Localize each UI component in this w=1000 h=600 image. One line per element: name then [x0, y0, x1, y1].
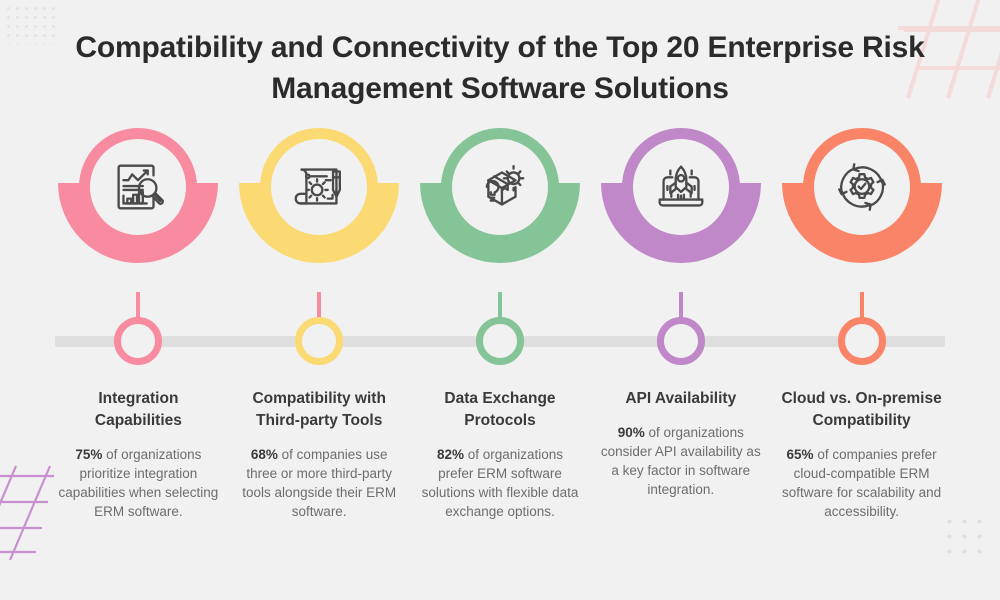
badge-cloud-vs-onpremise-compatibility — [781, 128, 942, 290]
timeline-node-cloud-vs-onpremise-compatibility[interactable] — [837, 317, 886, 365]
package-gear-bulb-icon — [485, 165, 525, 206]
badge-api-availability — [600, 128, 761, 290]
caption-body: 68% of companies use three or more third… — [238, 445, 401, 522]
badge-row — [48, 128, 952, 339]
caption-heading: Cloud vs. On-premise Compatibility — [781, 390, 942, 429]
column-api-availability — [590, 128, 771, 339]
caption-stat: 65% — [786, 447, 814, 462]
timeline-node-cell — [771, 317, 952, 365]
badge-integration-capabilities — [58, 128, 219, 290]
icon-ring — [802, 128, 921, 246]
caption-stat: 90% — [617, 425, 645, 440]
caption-heading: Data Exchange Protocols — [444, 390, 556, 429]
timeline-node-cell — [410, 317, 591, 365]
caption-compatibility-third-party-tools: Compatibility with Third-party Tools 68%… — [229, 388, 410, 522]
caption-stat: 75% — [75, 447, 103, 462]
page-title: Compatibility and Connectivity of the To… — [75, 31, 925, 105]
gear-check-refresh-icon — [837, 163, 886, 211]
caption-body: 90% of organizations consider API availa… — [599, 423, 762, 500]
timeline-node-api-availability[interactable] — [656, 317, 705, 365]
timeline-node-cell — [229, 317, 410, 365]
timeline-node-data-exchange-protocols[interactable] — [475, 317, 524, 365]
icon-ring — [79, 128, 198, 246]
caption-heading: Compatibility with Third-party Tools — [252, 390, 386, 429]
caption-heading: API Availability — [625, 390, 737, 407]
timeline-node-compatibility-third-party-tools[interactable] — [295, 317, 344, 365]
timeline-node-cell — [48, 317, 229, 365]
icon-ring — [260, 128, 379, 246]
infographic-canvas: Compatibility and Connectivity of the To… — [0, 0, 1000, 600]
column-compatibility-third-party-tools — [229, 128, 410, 339]
caption-cloud-vs-onpremise-compatibility: Cloud vs. On-premise Compatibility 65% o… — [771, 388, 952, 522]
report-analysis-icon — [117, 164, 165, 210]
caption-api-availability: API Availability 90% of organizations co… — [590, 388, 771, 500]
column-data-exchange-protocols — [410, 128, 591, 339]
timeline-node-row — [48, 317, 952, 365]
caption-integration-capabilities: Integration Capabilities 75% of organiza… — [48, 388, 229, 522]
icon-ring — [440, 128, 559, 246]
caption-row: Integration Capabilities 75% of organiza… — [48, 388, 952, 522]
caption-body: 82% of organizations prefer ERM software… — [419, 445, 582, 522]
icon-ring — [621, 128, 740, 246]
badge-compatibility-third-party-tools — [239, 128, 400, 290]
caption-stat: 68% — [250, 447, 278, 462]
timeline-node-integration-capabilities[interactable] — [114, 317, 163, 365]
caption-body: 65% of companies prefer cloud-compatible… — [780, 445, 943, 522]
caption-stat: 82% — [436, 447, 464, 462]
badge-data-exchange-protocols — [419, 128, 580, 290]
caption-data-exchange-protocols: Data Exchange Protocols 82% of organizat… — [410, 388, 591, 522]
caption-body: 75% of organizations prioritize integrat… — [57, 445, 220, 522]
timeline-node-cell — [590, 317, 771, 365]
column-integration-capabilities — [48, 128, 229, 339]
column-cloud-vs-onpremise-compatibility — [771, 128, 952, 339]
blueprint-gear-pencil-icon — [294, 168, 342, 205]
caption-heading: Integration Capabilities — [94, 390, 182, 429]
laptop-rocket-icon — [658, 165, 704, 207]
